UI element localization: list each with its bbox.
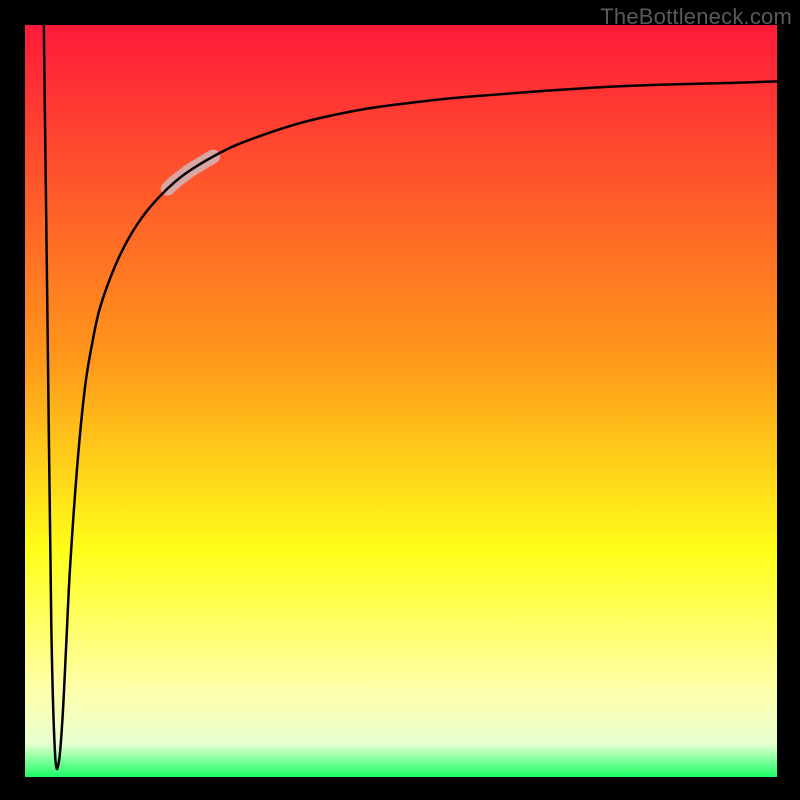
watermark-text: TheBottleneck.com <box>600 4 792 30</box>
plot-container <box>25 25 777 777</box>
plot-background <box>25 25 777 777</box>
plot-svg <box>25 25 777 777</box>
